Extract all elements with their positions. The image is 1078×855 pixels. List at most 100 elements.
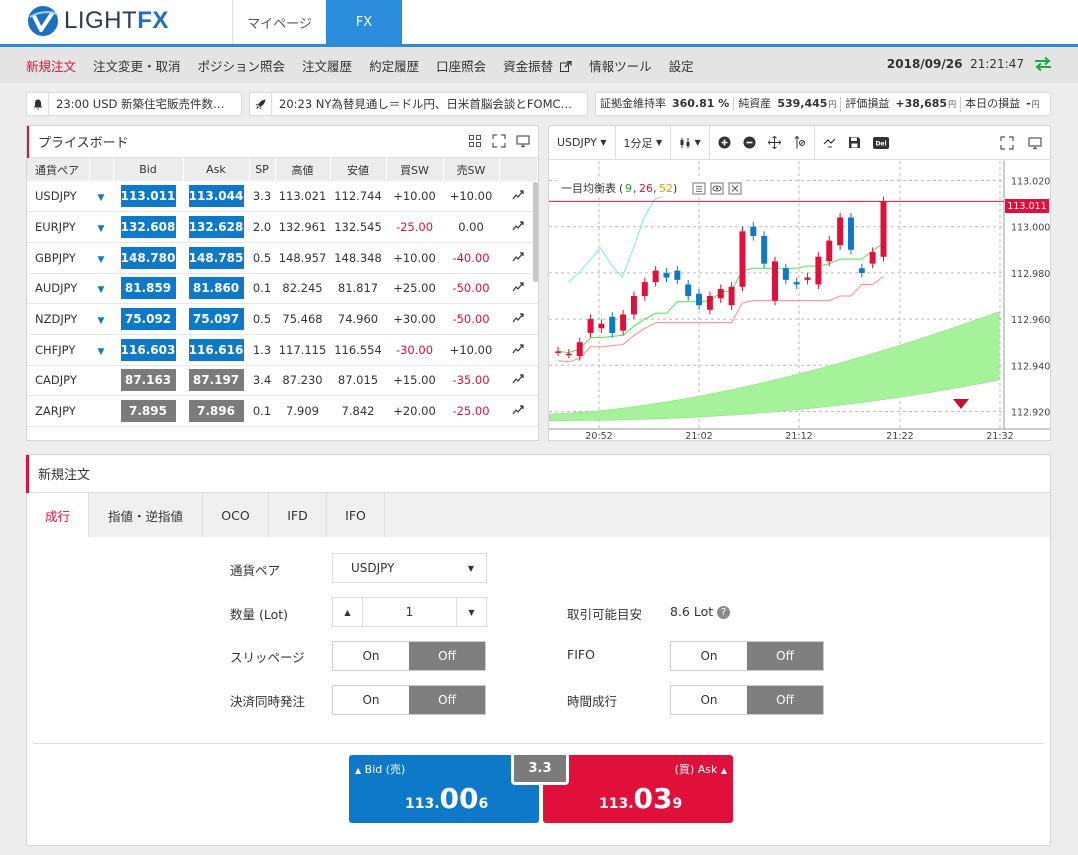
row-expand[interactable] <box>89 365 113 397</box>
buy-ask-button[interactable]: (買) Ask ▲ 113.039 <box>543 755 733 823</box>
mini-chart-cell[interactable] <box>499 365 538 397</box>
delete-drawings-icon[interactable]: Del <box>872 136 889 149</box>
bid-cell[interactable]: 132.608 <box>113 211 183 243</box>
indicator-settings-icon[interactable] <box>692 182 706 195</box>
bid-price-button[interactable]: 148.780 <box>120 246 176 269</box>
nav-new-order[interactable]: 新規注文 <box>26 56 76 75</box>
tab-mypage[interactable]: マイページ <box>232 0 327 44</box>
drawing-tool-icon[interactable] <box>823 136 836 149</box>
price-row[interactable]: USDJPY ▼ 113.011 113.044 3.3 113.021 112.744 +1… <box>27 181 538 213</box>
currency-pair-select[interactable]: USDJPY ▼ <box>332 553 487 583</box>
nav-settings[interactable]: 設定 <box>669 56 694 75</box>
save-icon[interactable] <box>848 136 861 149</box>
bid-price-button[interactable]: 116.603 <box>120 338 176 361</box>
price-row[interactable]: ZARJPY 7.895 7.896 0.1 7.909 7.842 +20.00 -25.0… <box>27 395 538 427</box>
mini-chart-cell[interactable] <box>499 242 538 274</box>
tab-limit-stop[interactable]: 指値・逆指値 <box>89 493 203 537</box>
ask-price-button[interactable]: 75.097 <box>188 308 244 331</box>
bid-price-button[interactable]: 87.163 <box>120 369 176 392</box>
nav-fund-transfer[interactable]: 資金振替 <box>503 56 572 75</box>
ask-price-button[interactable]: 148.785 <box>188 246 244 269</box>
row-expand[interactable]: ▼ <box>89 273 113 305</box>
price-row[interactable]: EURJPY ▼ 132.608 132.628 2.0 132.961 132.545 -2… <box>27 211 538 243</box>
nav-modify-cancel[interactable]: 注文変更・取消 <box>93 56 181 75</box>
price-board-scrollbar[interactable] <box>533 182 538 282</box>
settle-off-button[interactable]: Off <box>409 686 485 714</box>
ask-cell[interactable]: 148.785 <box>183 242 249 274</box>
ask-price-button[interactable]: 7.896 <box>188 400 244 423</box>
row-expand[interactable]: ▼ <box>89 334 113 366</box>
mini-chart-cell[interactable] <box>499 395 538 427</box>
mini-chart-icon[interactable] <box>512 313 524 323</box>
bid-price-button[interactable]: 113.011 <box>120 185 176 208</box>
zoom-out-icon[interactable] <box>743 136 756 149</box>
time-market-off-button[interactable]: Off <box>747 686 823 714</box>
news-ticker-market[interactable]: 20:23 NY為替見通し＝ドル円、日米首脳会談とFOMC… <box>249 92 588 116</box>
expand-icon[interactable] <box>1000 136 1014 150</box>
price-row[interactable]: NZDJPY ▼ 75.092 75.097 0.5 75.468 74.960 +30.00… <box>27 303 538 335</box>
news-ticker-calendar[interactable]: 23:00 USD 新築住宅販売件数… <box>26 92 242 116</box>
price-row[interactable]: CHFJPY ▼ 116.603 116.616 1.3 117.115 116.554 -3… <box>27 334 538 366</box>
mini-chart-icon[interactable] <box>512 221 524 231</box>
grid-view-icon[interactable] <box>468 134 482 148</box>
bid-price-button[interactable]: 132.608 <box>120 216 176 239</box>
quantity-input[interactable]: 1 <box>363 605 456 619</box>
slippage-on-button[interactable]: On <box>333 642 409 670</box>
ask-price-button[interactable]: 87.197 <box>188 369 244 392</box>
price-row[interactable]: GBPJPY ▼ 148.780 148.785 0.5 148.957 148.348 +1… <box>27 242 538 274</box>
settle-on-button[interactable]: On <box>333 686 409 714</box>
mini-chart-icon[interactable] <box>512 344 524 354</box>
chart-type-select[interactable]: ▼ <box>671 125 710 160</box>
candlestick-chart[interactable]: 113.020 113.000 112.980 112.960 112.940 112.9… <box>549 161 1050 441</box>
ask-price-button[interactable]: 81.860 <box>188 277 244 300</box>
row-expand[interactable]: ▼ <box>89 242 113 274</box>
mini-chart-icon[interactable] <box>512 282 524 292</box>
time-market-on-button[interactable]: On <box>671 686 747 714</box>
bid-cell[interactable]: 87.163 <box>113 365 183 397</box>
mini-chart-icon[interactable] <box>512 190 524 200</box>
fifo-off-button[interactable]: Off <box>747 642 823 670</box>
tab-fx[interactable]: FX <box>326 0 402 44</box>
increment-button[interactable]: ▲ <box>333 598 363 626</box>
tab-ifd[interactable]: IFD <box>269 493 327 537</box>
tab-ifo[interactable]: IFO <box>327 493 385 537</box>
row-expand[interactable]: ▼ <box>89 211 113 243</box>
fifo-on-button[interactable]: On <box>671 642 747 670</box>
nav-order-history[interactable]: 注文履歴 <box>302 56 352 75</box>
vertical-line-tool-icon[interactable] <box>793 136 806 149</box>
nav-positions[interactable]: ポジション照会 <box>198 56 286 75</box>
chart-symbol-select[interactable]: USDJPY ▼ <box>549 125 616 160</box>
bid-cell[interactable]: 148.780 <box>113 242 183 274</box>
ask-cell[interactable]: 113.044 <box>183 181 249 213</box>
refresh-arrows-icon[interactable] <box>1034 56 1052 72</box>
ask-price-button[interactable]: 113.044 <box>188 185 244 208</box>
bid-price-button[interactable]: 7.895 <box>120 400 176 423</box>
ask-price-button[interactable]: 116.616 <box>188 338 244 361</box>
mini-chart-icon[interactable] <box>512 405 524 415</box>
nav-execution-history[interactable]: 約定履歴 <box>369 56 419 75</box>
price-row[interactable]: CADJPY 87.163 87.197 3.4 87.230 87.015 +15.00-… <box>27 365 538 397</box>
indicator-remove-icon[interactable] <box>728 182 742 195</box>
zoom-in-icon[interactable] <box>718 136 731 149</box>
bid-cell[interactable]: 7.895 <box>113 395 183 427</box>
indicator-visibility-icon[interactable] <box>710 182 724 195</box>
decrement-button[interactable]: ▼ <box>456 598 486 626</box>
ask-cell[interactable]: 116.616 <box>183 334 249 366</box>
mini-chart-cell[interactable] <box>499 334 538 366</box>
ask-cell[interactable]: 132.628 <box>183 211 249 243</box>
mini-chart-cell[interactable] <box>499 303 538 335</box>
ask-cell[interactable]: 75.097 <box>183 303 249 335</box>
slippage-off-button[interactable]: Off <box>409 642 485 670</box>
price-row[interactable]: AUDJPY ▼ 81.859 81.860 0.1 82.245 81.817 +25.00… <box>27 273 538 305</box>
mini-chart-icon[interactable] <box>512 252 524 262</box>
bid-cell[interactable]: 113.011 <box>113 181 183 213</box>
mini-chart-icon[interactable] <box>512 374 524 384</box>
monitor-icon[interactable] <box>1028 136 1042 150</box>
mini-chart-cell[interactable] <box>499 181 538 213</box>
tab-oco[interactable]: OCO <box>203 493 269 537</box>
ask-cell[interactable]: 7.896 <box>183 395 249 427</box>
light-fx-logo[interactable]: LIGHTFX <box>26 4 176 38</box>
crosshair-icon[interactable] <box>767 136 781 149</box>
monitor-icon[interactable] <box>516 134 530 148</box>
ask-cell[interactable]: 87.197 <box>183 365 249 397</box>
